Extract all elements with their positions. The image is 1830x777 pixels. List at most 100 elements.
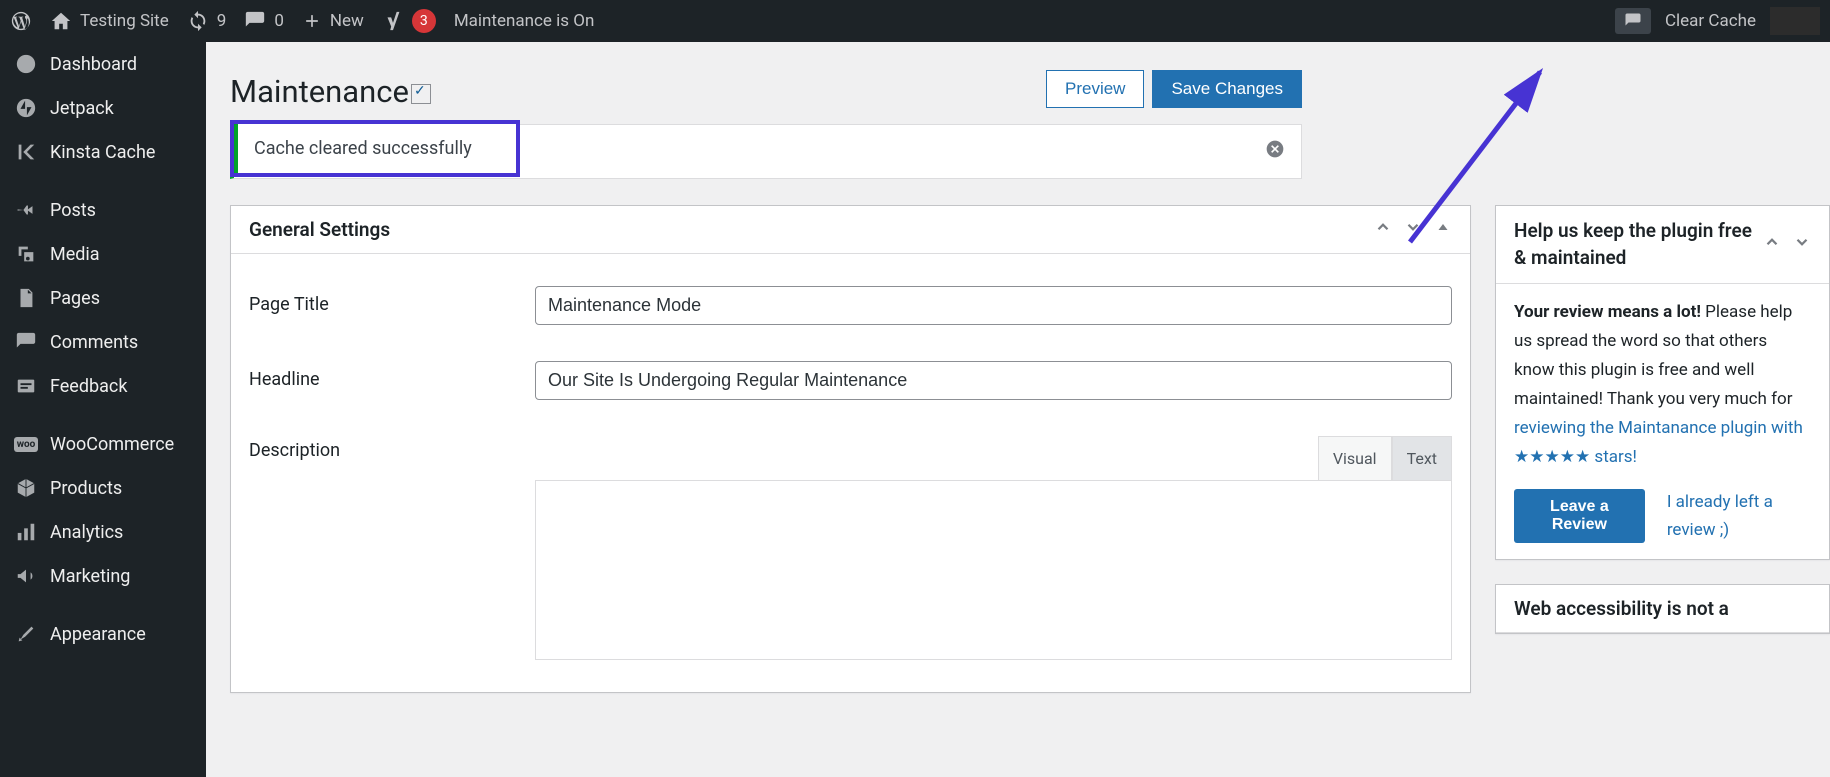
accessibility-title: Web accessibility is not a [1514, 597, 1729, 620]
success-notice: Cache cleared successfully [234, 124, 516, 173]
page-header: Maintenance Preview Save Changes [230, 70, 1806, 110]
sidebar-posts[interactable]: Posts [0, 188, 206, 232]
review-actions: Leave a Review I already left a review ;… [1514, 488, 1811, 546]
new-label: New [330, 11, 364, 31]
sidebar-label: Comments [50, 332, 138, 353]
plus-icon [302, 11, 322, 31]
move-down-icon[interactable] [1793, 233, 1811, 256]
cache-icon-box[interactable] [1615, 8, 1651, 34]
sidebar-divider [0, 598, 206, 612]
postbox-controls [1374, 218, 1452, 241]
general-content: Page Title Headline Descri [231, 254, 1470, 692]
visual-tab[interactable]: Visual [1318, 436, 1392, 481]
sidebar-divider [0, 408, 206, 422]
sidebar-label: Media [50, 244, 100, 265]
sidebar-label: Jetpack [50, 98, 114, 119]
new-link[interactable]: New [302, 11, 364, 31]
woo-icon: woo [14, 432, 38, 456]
sidebar-dashboard[interactable]: Dashboard [0, 42, 206, 86]
review-content: Your review means a lot! Please help us … [1496, 284, 1829, 559]
kinsta-icon [14, 140, 38, 164]
sidebar-analytics[interactable]: Analytics [0, 510, 206, 554]
dismiss-notice-icon[interactable] [1265, 139, 1285, 164]
comments-link[interactable]: 0 [244, 10, 284, 32]
site-name: Testing Site [80, 11, 169, 31]
appearance-icon [14, 622, 38, 646]
sidebar-pages[interactable]: Pages [0, 276, 206, 320]
sidebar-kinsta[interactable]: Kinsta Cache [0, 130, 206, 174]
sidebar-woocommerce[interactable]: woo WooCommerce [0, 422, 206, 466]
maintenance-label: Maintenance is On [454, 11, 595, 31]
review-header: Help us keep the plugin free & maintaine… [1496, 206, 1829, 284]
updates-link[interactable]: 9 [187, 10, 227, 32]
comments-icon [14, 330, 38, 354]
page-title-input[interactable] [535, 286, 1452, 325]
sidebar-products[interactable]: Products [0, 466, 206, 510]
preview-button[interactable]: Preview [1046, 70, 1144, 108]
leave-review-button[interactable]: Leave a Review [1514, 489, 1645, 543]
accessibility-box: Web accessibility is not a [1495, 584, 1830, 634]
review-box: Help us keep the plugin free & maintaine… [1495, 205, 1830, 560]
sidebar-jetpack[interactable]: Jetpack [0, 86, 206, 130]
sidebar-marketing[interactable]: Marketing [0, 554, 206, 598]
sidebar-label: Pages [50, 288, 100, 309]
feedback-icon [14, 374, 38, 398]
page-title-label: Page Title [249, 290, 535, 321]
analytics-icon [14, 520, 38, 544]
headline-input[interactable] [535, 361, 1452, 400]
sidebar-media[interactable]: Media [0, 232, 206, 276]
products-icon [14, 476, 38, 500]
move-down-icon[interactable] [1404, 218, 1422, 241]
general-title: General Settings [249, 218, 390, 241]
comments-count: 0 [274, 11, 284, 31]
review-title: Help us keep the plugin free & maintaine… [1514, 218, 1763, 271]
yoast-badge: 3 [412, 9, 436, 33]
wordpress-icon [10, 10, 32, 32]
yoast-link[interactable]: 3 [382, 9, 436, 33]
pin-icon [14, 198, 38, 222]
account-box[interactable] [1770, 7, 1820, 35]
sidebar-label: Marketing [50, 566, 130, 587]
home-icon [50, 10, 72, 32]
save-button[interactable]: Save Changes [1152, 70, 1302, 108]
headline-label: Headline [249, 365, 535, 396]
chat-icon [1624, 12, 1642, 30]
clear-cache-label: Clear Cache [1665, 11, 1756, 31]
content-columns: General Settings Page Title [230, 205, 1806, 717]
enabled-checkbox[interactable] [411, 84, 431, 104]
comment-icon [244, 10, 266, 32]
updates-count: 9 [217, 11, 227, 31]
refresh-icon [187, 10, 209, 32]
sidebar-label: WooCommerce [50, 434, 174, 455]
sidebar-label: Posts [50, 200, 96, 221]
dashboard-icon [14, 52, 38, 76]
review-link[interactable]: reviewing the Maintanance plugin with ★★… [1514, 418, 1803, 467]
description-editor[interactable] [535, 480, 1452, 660]
description-row: Description Visual Text [249, 418, 1452, 678]
yoast-icon [382, 10, 404, 32]
page-title-row: Page Title [249, 268, 1452, 343]
maintenance-link[interactable]: Maintenance is On [454, 11, 595, 31]
sidebar-label: Products [50, 478, 122, 499]
sidebar-feedback[interactable]: Feedback [0, 364, 206, 408]
move-up-icon[interactable] [1374, 218, 1392, 241]
admin-bar-right: Clear Cache [1615, 7, 1820, 35]
site-link[interactable]: Testing Site [50, 10, 169, 32]
sidebar-label: Dashboard [50, 54, 137, 75]
headline-row: Headline [249, 343, 1452, 418]
postbox-controls [1763, 233, 1811, 256]
wp-logo[interactable] [10, 10, 32, 32]
toggle-icon[interactable] [1434, 218, 1452, 241]
description-label: Description [249, 436, 535, 467]
page-title: Maintenance [230, 73, 431, 110]
move-up-icon[interactable] [1763, 233, 1781, 256]
editor-tabs: Visual Text [535, 436, 1452, 481]
already-reviewed-link[interactable]: I already left a review ;) [1667, 488, 1811, 546]
sidebar-comments[interactable]: Comments [0, 320, 206, 364]
admin-bar: Testing Site 9 0 New 3 Maint [0, 0, 1830, 42]
sidebar-appearance[interactable]: Appearance [0, 612, 206, 656]
clear-cache-link[interactable]: Clear Cache [1665, 11, 1756, 31]
admin-sidebar: Dashboard Jetpack Kinsta Cache Posts Med… [0, 42, 206, 777]
review-lead: Your review means a lot! [1514, 302, 1701, 322]
text-tab[interactable]: Text [1392, 436, 1452, 481]
